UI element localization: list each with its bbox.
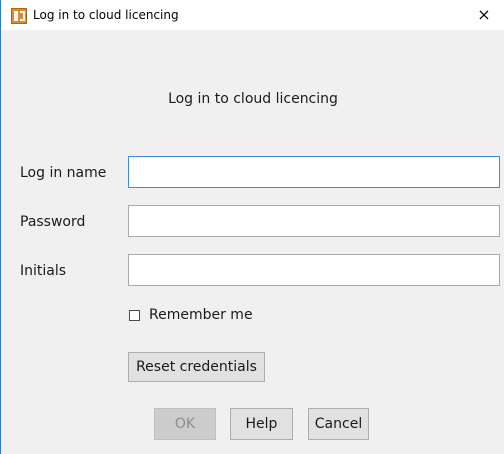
cancel-button[interactable]: Cancel bbox=[308, 408, 369, 440]
login-dialog: Log in to cloud licencing × Log in to cl… bbox=[0, 0, 504, 454]
checkbox-box[interactable] bbox=[129, 309, 140, 321]
password-input[interactable] bbox=[128, 205, 500, 237]
application-icon bbox=[11, 8, 27, 24]
login-name-label: Log in name bbox=[20, 165, 107, 181]
dialog-heading: Log in to cloud licencing bbox=[168, 91, 338, 107]
window-title: Log in to cloud licencing bbox=[33, 8, 179, 22]
remember-me-checkbox[interactable]: Remember me bbox=[129, 306, 253, 324]
close-icon[interactable]: × bbox=[464, 0, 504, 30]
login-name-input[interactable] bbox=[128, 156, 500, 188]
help-button[interactable]: Help bbox=[230, 408, 293, 440]
title-bar: Log in to cloud licencing × bbox=[1, 0, 504, 30]
password-label: Password bbox=[20, 214, 86, 230]
initials-input[interactable] bbox=[128, 254, 500, 286]
initials-label: Initials bbox=[20, 263, 67, 279]
remember-me-label: Remember me bbox=[149, 307, 253, 323]
reset-credentials-button[interactable]: Reset credentials bbox=[128, 352, 265, 382]
ok-button[interactable]: OK bbox=[154, 408, 216, 440]
